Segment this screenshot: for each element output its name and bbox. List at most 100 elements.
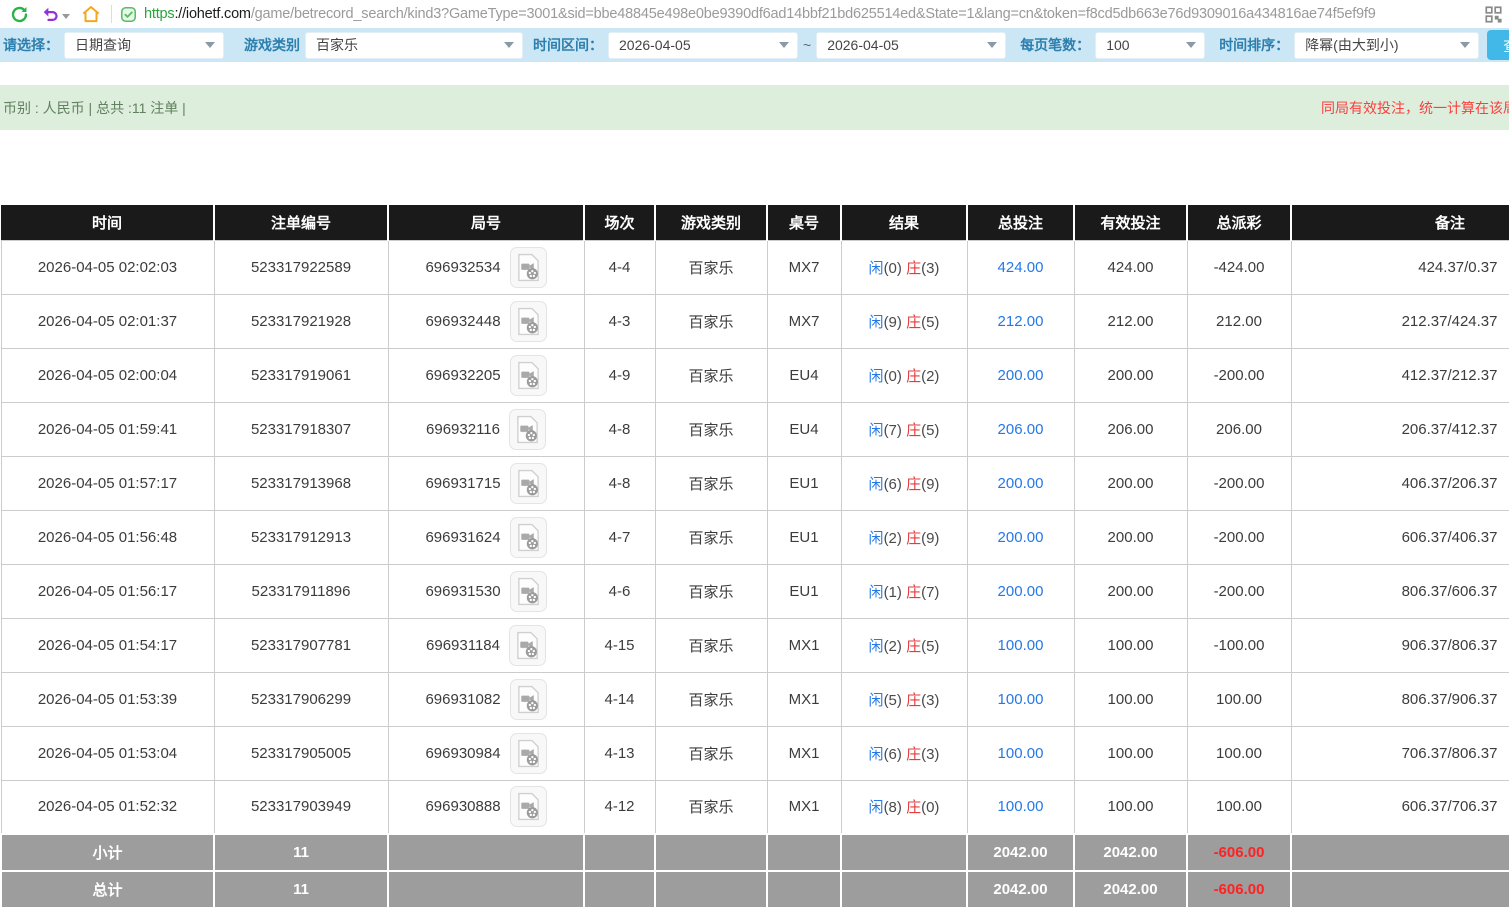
player-label: 闲 bbox=[869, 584, 884, 601]
date-from-select[interactable]: 2026-04-05 bbox=[608, 32, 798, 59]
video-replay-button[interactable] bbox=[510, 679, 547, 720]
player-score: (2) bbox=[884, 530, 902, 547]
cell-empty bbox=[1291, 871, 1509, 908]
col-header-result: 结果 bbox=[841, 205, 967, 240]
cell-result: 闲(0) 庄(3) bbox=[841, 240, 967, 294]
video-film-icon bbox=[516, 792, 541, 821]
filter-bar: 请选择： 日期查询 游戏类别 百家乐 时间区间： 2026-04-05 ~ 20… bbox=[0, 28, 1509, 62]
date-from-value: 2026-04-05 bbox=[619, 37, 691, 53]
video-replay-button[interactable] bbox=[510, 571, 547, 612]
total-bet-link[interactable]: 200.00 bbox=[998, 529, 1044, 546]
cell-payout: -200.00 bbox=[1187, 456, 1291, 510]
query-type-select[interactable]: 日期查询 bbox=[64, 32, 224, 59]
cell-session: 4-14 bbox=[584, 672, 655, 726]
cell-total-bet: 100.00 bbox=[967, 618, 1074, 672]
video-replay-button[interactable] bbox=[510, 517, 547, 558]
video-film-icon bbox=[516, 307, 541, 336]
cell-total-bet: 212.00 bbox=[967, 294, 1074, 348]
cell-table-no: EU4 bbox=[767, 348, 841, 402]
cell-empty bbox=[584, 834, 655, 871]
cell-session: 4-6 bbox=[584, 564, 655, 618]
cell-payout: 100.00 bbox=[1187, 672, 1291, 726]
video-replay-button[interactable] bbox=[510, 786, 547, 827]
player-score: (9) bbox=[884, 314, 902, 331]
cell-valid-bet: 206.00 bbox=[1074, 402, 1187, 456]
cell-round-no: 696930984 bbox=[388, 726, 584, 780]
url-bar[interactable]: https://iohetf.com/game/betrecord_search… bbox=[144, 6, 1509, 22]
sort-value: 降幂(由大到小) bbox=[1305, 35, 1398, 55]
total-bet-link[interactable]: 424.00 bbox=[998, 259, 1044, 276]
banker-label: 庄 bbox=[906, 799, 921, 816]
cell-valid-bet: 100.00 bbox=[1074, 726, 1187, 780]
banker-score: (3) bbox=[921, 692, 939, 709]
cell-payout: 100.00 bbox=[1187, 780, 1291, 834]
search-button[interactable]: 查询 bbox=[1487, 30, 1509, 60]
total-bet-link[interactable]: 100.00 bbox=[998, 745, 1044, 762]
shield-check-icon[interactable] bbox=[120, 6, 137, 23]
total-bet-link[interactable]: 212.00 bbox=[998, 313, 1044, 330]
query-type-label: 请选择： bbox=[3, 35, 59, 55]
player-label: 闲 bbox=[869, 530, 884, 547]
banker-score: (5) bbox=[921, 422, 939, 439]
chevron-down-icon bbox=[205, 42, 215, 48]
video-replay-button[interactable] bbox=[510, 733, 547, 774]
page-size-value: 100 bbox=[1106, 37, 1129, 53]
video-replay-button[interactable] bbox=[509, 625, 546, 666]
player-score: (6) bbox=[884, 476, 902, 493]
video-replay-button[interactable] bbox=[510, 355, 547, 396]
total-bet-link[interactable]: 200.00 bbox=[998, 475, 1044, 492]
video-film-icon bbox=[515, 415, 540, 444]
page-size-select[interactable]: 100 bbox=[1095, 32, 1205, 59]
chevron-down-icon bbox=[504, 42, 514, 48]
cell-session: 4-12 bbox=[584, 780, 655, 834]
player-score: (7) bbox=[884, 422, 902, 439]
cell-table-no: MX7 bbox=[767, 294, 841, 348]
cell-table-no: MX7 bbox=[767, 240, 841, 294]
total-bet-link[interactable]: 200.00 bbox=[998, 583, 1044, 600]
cell-game-type: 百家乐 bbox=[655, 240, 767, 294]
banker-label: 庄 bbox=[906, 422, 921, 439]
cell-game-type: 百家乐 bbox=[655, 456, 767, 510]
sort-select[interactable]: 降幂(由大到小) bbox=[1294, 32, 1479, 59]
video-replay-button[interactable] bbox=[510, 247, 547, 288]
total-bet-link[interactable]: 100.00 bbox=[998, 798, 1044, 815]
total-bet-link[interactable]: 100.00 bbox=[998, 637, 1044, 654]
total-bet-link[interactable]: 200.00 bbox=[998, 367, 1044, 384]
home-icon[interactable] bbox=[81, 4, 101, 24]
undo-icon[interactable] bbox=[41, 5, 59, 23]
round-number: 696932205 bbox=[425, 367, 500, 384]
cell-round-no: 696931184 bbox=[388, 618, 584, 672]
video-replay-button[interactable] bbox=[509, 409, 546, 450]
qr-code-icon[interactable] bbox=[1485, 6, 1502, 23]
cell-empty bbox=[767, 834, 841, 871]
cell-total-bet: 200.00 bbox=[967, 510, 1074, 564]
refresh-icon[interactable] bbox=[10, 5, 29, 24]
date-to-select[interactable]: 2026-04-05 bbox=[816, 32, 1006, 59]
banker-score: (0) bbox=[921, 799, 939, 816]
undo-dropdown-caret[interactable] bbox=[62, 14, 70, 19]
banker-label: 庄 bbox=[906, 260, 921, 277]
video-replay-button[interactable] bbox=[510, 301, 547, 342]
banker-score: (5) bbox=[921, 638, 939, 655]
cell-result: 闲(2) 庄(9) bbox=[841, 510, 967, 564]
total-bet-link[interactable]: 100.00 bbox=[998, 691, 1044, 708]
cell-table-no: EU1 bbox=[767, 510, 841, 564]
cell-empty bbox=[655, 834, 767, 871]
cell-total-bet: 100.00 bbox=[967, 726, 1074, 780]
cell-game-type: 百家乐 bbox=[655, 294, 767, 348]
cell-game-type: 百家乐 bbox=[655, 348, 767, 402]
cell-total-bet: 206.00 bbox=[967, 402, 1074, 456]
cell-round-no: 696931715 bbox=[388, 456, 584, 510]
col-header-time: 时间 bbox=[1, 205, 214, 240]
player-label: 闲 bbox=[869, 799, 884, 816]
total-bet-link[interactable]: 206.00 bbox=[998, 421, 1044, 438]
cell-time: 2026-04-05 02:02:03 bbox=[1, 240, 214, 294]
player-label: 闲 bbox=[869, 692, 884, 709]
game-type-select[interactable]: 百家乐 bbox=[305, 32, 523, 59]
cell-valid-bet: 200.00 bbox=[1074, 456, 1187, 510]
player-score: (5) bbox=[884, 692, 902, 709]
video-replay-button[interactable] bbox=[510, 463, 547, 504]
cell-valid-bet: 212.00 bbox=[1074, 294, 1187, 348]
banker-score: (3) bbox=[921, 746, 939, 763]
cell-valid-bet: 200.00 bbox=[1074, 564, 1187, 618]
